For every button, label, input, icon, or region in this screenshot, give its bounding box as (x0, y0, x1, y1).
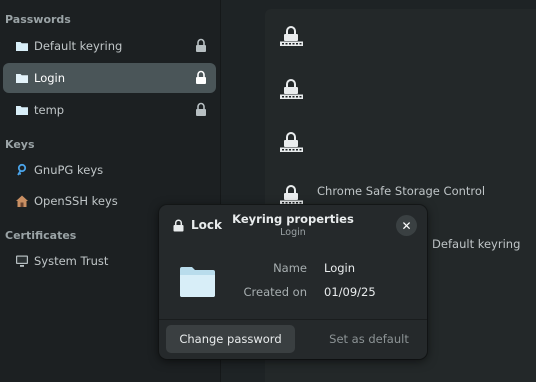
sidebar-item-default-keyring[interactable]: Default keyring (3, 31, 216, 61)
set-as-default-button[interactable]: Set as default (319, 325, 419, 353)
name-label: Name (273, 261, 307, 275)
close-button[interactable]: ✕ (396, 215, 417, 236)
name-value: Login (324, 261, 356, 275)
dialog-separator (159, 319, 427, 320)
lock-icon (196, 102, 206, 116)
folder-icon (16, 42, 28, 51)
lock-icon (196, 38, 206, 52)
change-password-button[interactable]: Change password (166, 325, 295, 353)
item-label[interactable]: Chrome Safe Storage Control (317, 184, 485, 198)
monitor-icon (16, 255, 28, 267)
keyring-properties-dialog: Lock Keyring properties Login ✕ Name Log… (159, 205, 427, 359)
sidebar-item-login[interactable]: Login (3, 63, 216, 93)
sidebar-item-label: System Trust (34, 254, 109, 268)
sidebar-item-gnupg-keys[interactable]: GnuPG keys (3, 155, 216, 185)
section-title-certificates: Certificates (5, 229, 77, 242)
created-on-label: Created on (243, 285, 308, 299)
sidebar-item-label: temp (34, 103, 65, 117)
sidebar-item-label: Login (34, 71, 66, 85)
sidebar-item-label: GnuPG keys (34, 163, 104, 177)
item-description: r: Default keyring (420, 237, 521, 251)
sidebar-item-label: OpenSSH keys (34, 194, 118, 208)
folder-icon (16, 106, 28, 115)
locked-password-icon[interactable] (279, 184, 305, 206)
dialog-title: Keyring properties (232, 212, 354, 226)
locked-password-icon[interactable] (279, 78, 305, 100)
close-icon: ✕ (401, 218, 412, 233)
sidebar-item-temp[interactable]: temp (3, 95, 216, 125)
locked-password-icon[interactable] (279, 131, 305, 153)
key-icon (17, 163, 27, 176)
folder-icon (16, 74, 28, 83)
locked-password-icon[interactable] (279, 25, 305, 47)
created-on-value: 01/09/25 (324, 285, 376, 299)
lock-icon (196, 70, 206, 84)
section-title-keys: Keys (5, 138, 35, 151)
home-icon (16, 195, 28, 207)
section-title-passwords: Passwords (5, 13, 71, 26)
sidebar-item-label: Default keyring (34, 39, 123, 53)
dialog-subtitle: Login (280, 227, 306, 238)
